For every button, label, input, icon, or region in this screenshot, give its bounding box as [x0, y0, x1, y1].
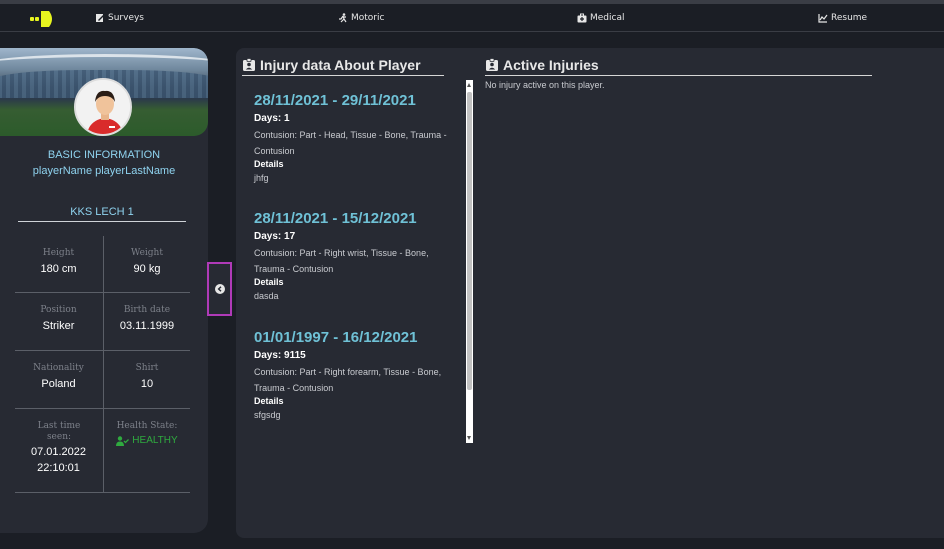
injury-days: Days: 9115: [254, 350, 306, 361]
stat-position-value: Striker: [42, 320, 75, 332]
no-active-injury-text: No injury active on this player.: [485, 80, 605, 90]
injury-description: Contusion: Part - Right wrist, Tissue - …: [254, 248, 429, 274]
stat-shirt-value: 10: [140, 378, 154, 390]
stat-last-seen-time: 22:10:01: [37, 462, 80, 474]
stats-row-3: Nationality Poland Shirt 10: [15, 351, 190, 409]
chevron-left-icon: [214, 284, 225, 294]
injury-description: Contusion: Part - Head, Tissue - Bone, T…: [254, 130, 447, 156]
stat-weight-value: 90 kg: [133, 263, 161, 275]
main-panel: Injury data About Player 28/11/2021 - 29…: [236, 48, 944, 538]
stat-height: Height 180 cm: [15, 236, 102, 293]
nav-resume[interactable]: Resume: [818, 13, 867, 23]
active-injuries-title: Active Injuries: [503, 57, 599, 73]
health-state: HEALTHY: [104, 435, 190, 446]
stats-row-4: Last time seen: 07.01.2022 22:10:01 Heal…: [15, 409, 190, 493]
stat-birthdate-label: Birth date: [123, 305, 171, 315]
stat-weight: Weight 90 kg: [103, 236, 190, 293]
medkit-icon: [577, 13, 587, 23]
running-icon: [339, 13, 347, 23]
injury-item: 28/11/2021 - 29/11/2021 Days: 1 Contusio…: [254, 92, 459, 183]
collapse-sidebar-button[interactable]: [207, 262, 232, 316]
injury-days: Days: 1: [254, 113, 290, 124]
injury-days: Days: 17: [254, 231, 296, 242]
stat-shirt: Shirt 10: [103, 351, 190, 409]
stat-height-value: 180 cm: [40, 263, 77, 275]
user-check-icon: [116, 435, 130, 446]
stat-health-label: Health State:: [116, 421, 178, 431]
stat-height-label: Height: [42, 248, 75, 258]
nav-motoric-label: Motoric: [351, 13, 385, 23]
stat-last-seen-label: Last time seen:: [37, 421, 81, 442]
nav-resume-label: Resume: [831, 13, 868, 23]
survey-icon: [96, 14, 104, 22]
stat-shirt-label: Shirt: [135, 363, 159, 373]
injury-data-header: Injury data About Player: [242, 57, 444, 76]
injury-details-label: Details: [254, 277, 284, 287]
stat-last-seen-date: 07.01.2022: [30, 446, 87, 458]
stat-nationality: Nationality Poland: [15, 351, 102, 409]
injury-details-label: Details: [254, 159, 284, 169]
top-navbar: Surveys Motoric Medical Resume: [0, 0, 944, 32]
nav-medical[interactable]: Medical: [577, 13, 624, 23]
player-avatar: [74, 78, 132, 136]
stat-nationality-value: Poland: [41, 378, 76, 390]
stat-health: Health State: HEALTHY: [103, 409, 190, 493]
id-badge-icon: [243, 58, 255, 71]
stat-last-seen: Last time seen: 07.01.2022 22:10:01: [15, 409, 102, 493]
nav-surveys-label: Surveys: [108, 13, 144, 23]
chart-icon: [818, 14, 828, 23]
stat-position: Position Striker: [15, 293, 102, 351]
basic-info-title: BASIC INFORMATION: [47, 149, 161, 161]
scroll-thumb[interactable]: [467, 92, 472, 390]
scroll-up-arrow-icon[interactable]: [467, 83, 471, 87]
stat-birthdate-value: 03.11.1999: [119, 320, 175, 332]
injury-date-range: 01/01/1997 - 16/12/2021: [254, 329, 418, 346]
injury-list-scrollbar[interactable]: [466, 80, 473, 443]
injury-details-label: Details: [254, 396, 284, 406]
id-badge-icon: [486, 58, 498, 71]
stat-birthdate: Birth date 03.11.1999: [103, 293, 190, 351]
injury-description: Contusion: Part - Right forearm, Tissue …: [254, 367, 442, 393]
injury-details-value: jhfg: [254, 173, 269, 183]
player-team: KKS LECH 1: [18, 206, 186, 222]
injury-details-value: sfgsdg: [254, 410, 281, 420]
injury-date-range: 28/11/2021 - 29/11/2021: [254, 92, 416, 109]
app-logo[interactable]: [30, 10, 56, 28]
stats-row-1: Height 180 cm Weight 90 kg: [15, 236, 190, 293]
nav-motoric[interactable]: Motoric: [338, 13, 384, 23]
nav-medical-label: Medical: [590, 13, 625, 23]
player-info-card: BASIC INFORMATION playerName playerLastN…: [0, 48, 208, 533]
active-injuries-header: Active Injuries: [485, 57, 872, 76]
stat-nationality-label: Nationality: [33, 363, 84, 373]
player-name: playerName playerLastName: [32, 165, 176, 177]
stats-row-2: Position Striker Birth date 03.11.1999: [15, 293, 190, 351]
stat-weight-label: Weight: [131, 248, 163, 258]
nav-surveys[interactable]: Surveys: [95, 13, 144, 23]
injury-item: 01/01/1997 - 16/12/2021 Days: 9115 Contu…: [254, 329, 459, 420]
injury-data-title: Injury data About Player: [260, 57, 421, 73]
injury-item: 28/11/2021 - 15/12/2021 Days: 17 Contusi…: [254, 210, 459, 301]
health-state-value: HEALTHY: [132, 435, 178, 446]
stat-position-label: Position: [40, 305, 77, 315]
scroll-down-arrow-icon[interactable]: [467, 436, 471, 440]
injury-date-range: 28/11/2021 - 15/12/2021: [254, 210, 417, 227]
injury-details-value: dasda: [254, 291, 279, 301]
